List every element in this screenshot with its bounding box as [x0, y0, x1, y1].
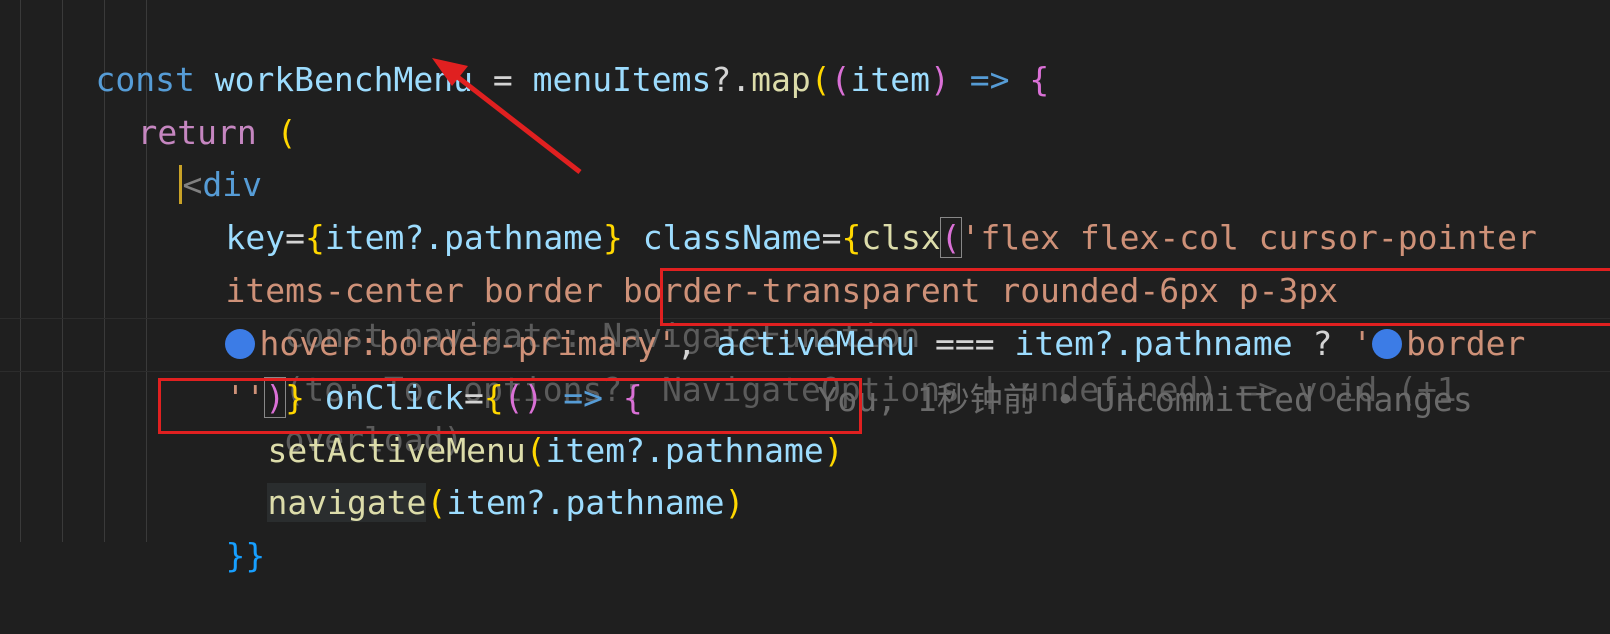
param-item: item	[850, 60, 930, 99]
brace: {	[1029, 60, 1050, 99]
code-line-2[interactable]: return (	[58, 55, 296, 152]
code-editor[interactable]: const workBenchMenu = menuItems?.map((it…	[0, 0, 1610, 575]
paren: (	[830, 60, 851, 99]
code-line-1[interactable]: const workBenchMenu = menuItems?.map((it…	[16, 2, 1049, 99]
annotation-box-set-active-menu	[158, 378, 862, 434]
paren: )	[930, 60, 950, 99]
git-blame-annotation: You, 1秒钟前 • Uncommitted changes	[738, 322, 1472, 419]
annotation-box-active-menu	[660, 268, 1610, 326]
function-navigate: navigate	[267, 483, 427, 522]
git-blame-text: You, 1秒钟前 • Uncommitted changes	[817, 380, 1473, 419]
expr-item-pathname: item?.pathname	[446, 483, 725, 522]
arrow-operator: =>	[949, 60, 1030, 99]
operator: =	[472, 60, 533, 99]
paren: (	[276, 113, 297, 152]
paren: (	[810, 60, 831, 99]
paren: )	[724, 483, 745, 522]
function-map: map	[751, 60, 811, 99]
paren: (	[426, 483, 447, 522]
identifier-menuItems: menuItems	[532, 60, 712, 99]
code-line-4[interactable]: key={item?.pathname} className={clsx('fl…	[146, 160, 1537, 258]
code-line-10[interactable]: }}	[146, 478, 265, 575]
code-line-3[interactable]: <div	[100, 107, 262, 204]
operator: ?.	[711, 60, 752, 99]
paren: )	[823, 431, 844, 470]
